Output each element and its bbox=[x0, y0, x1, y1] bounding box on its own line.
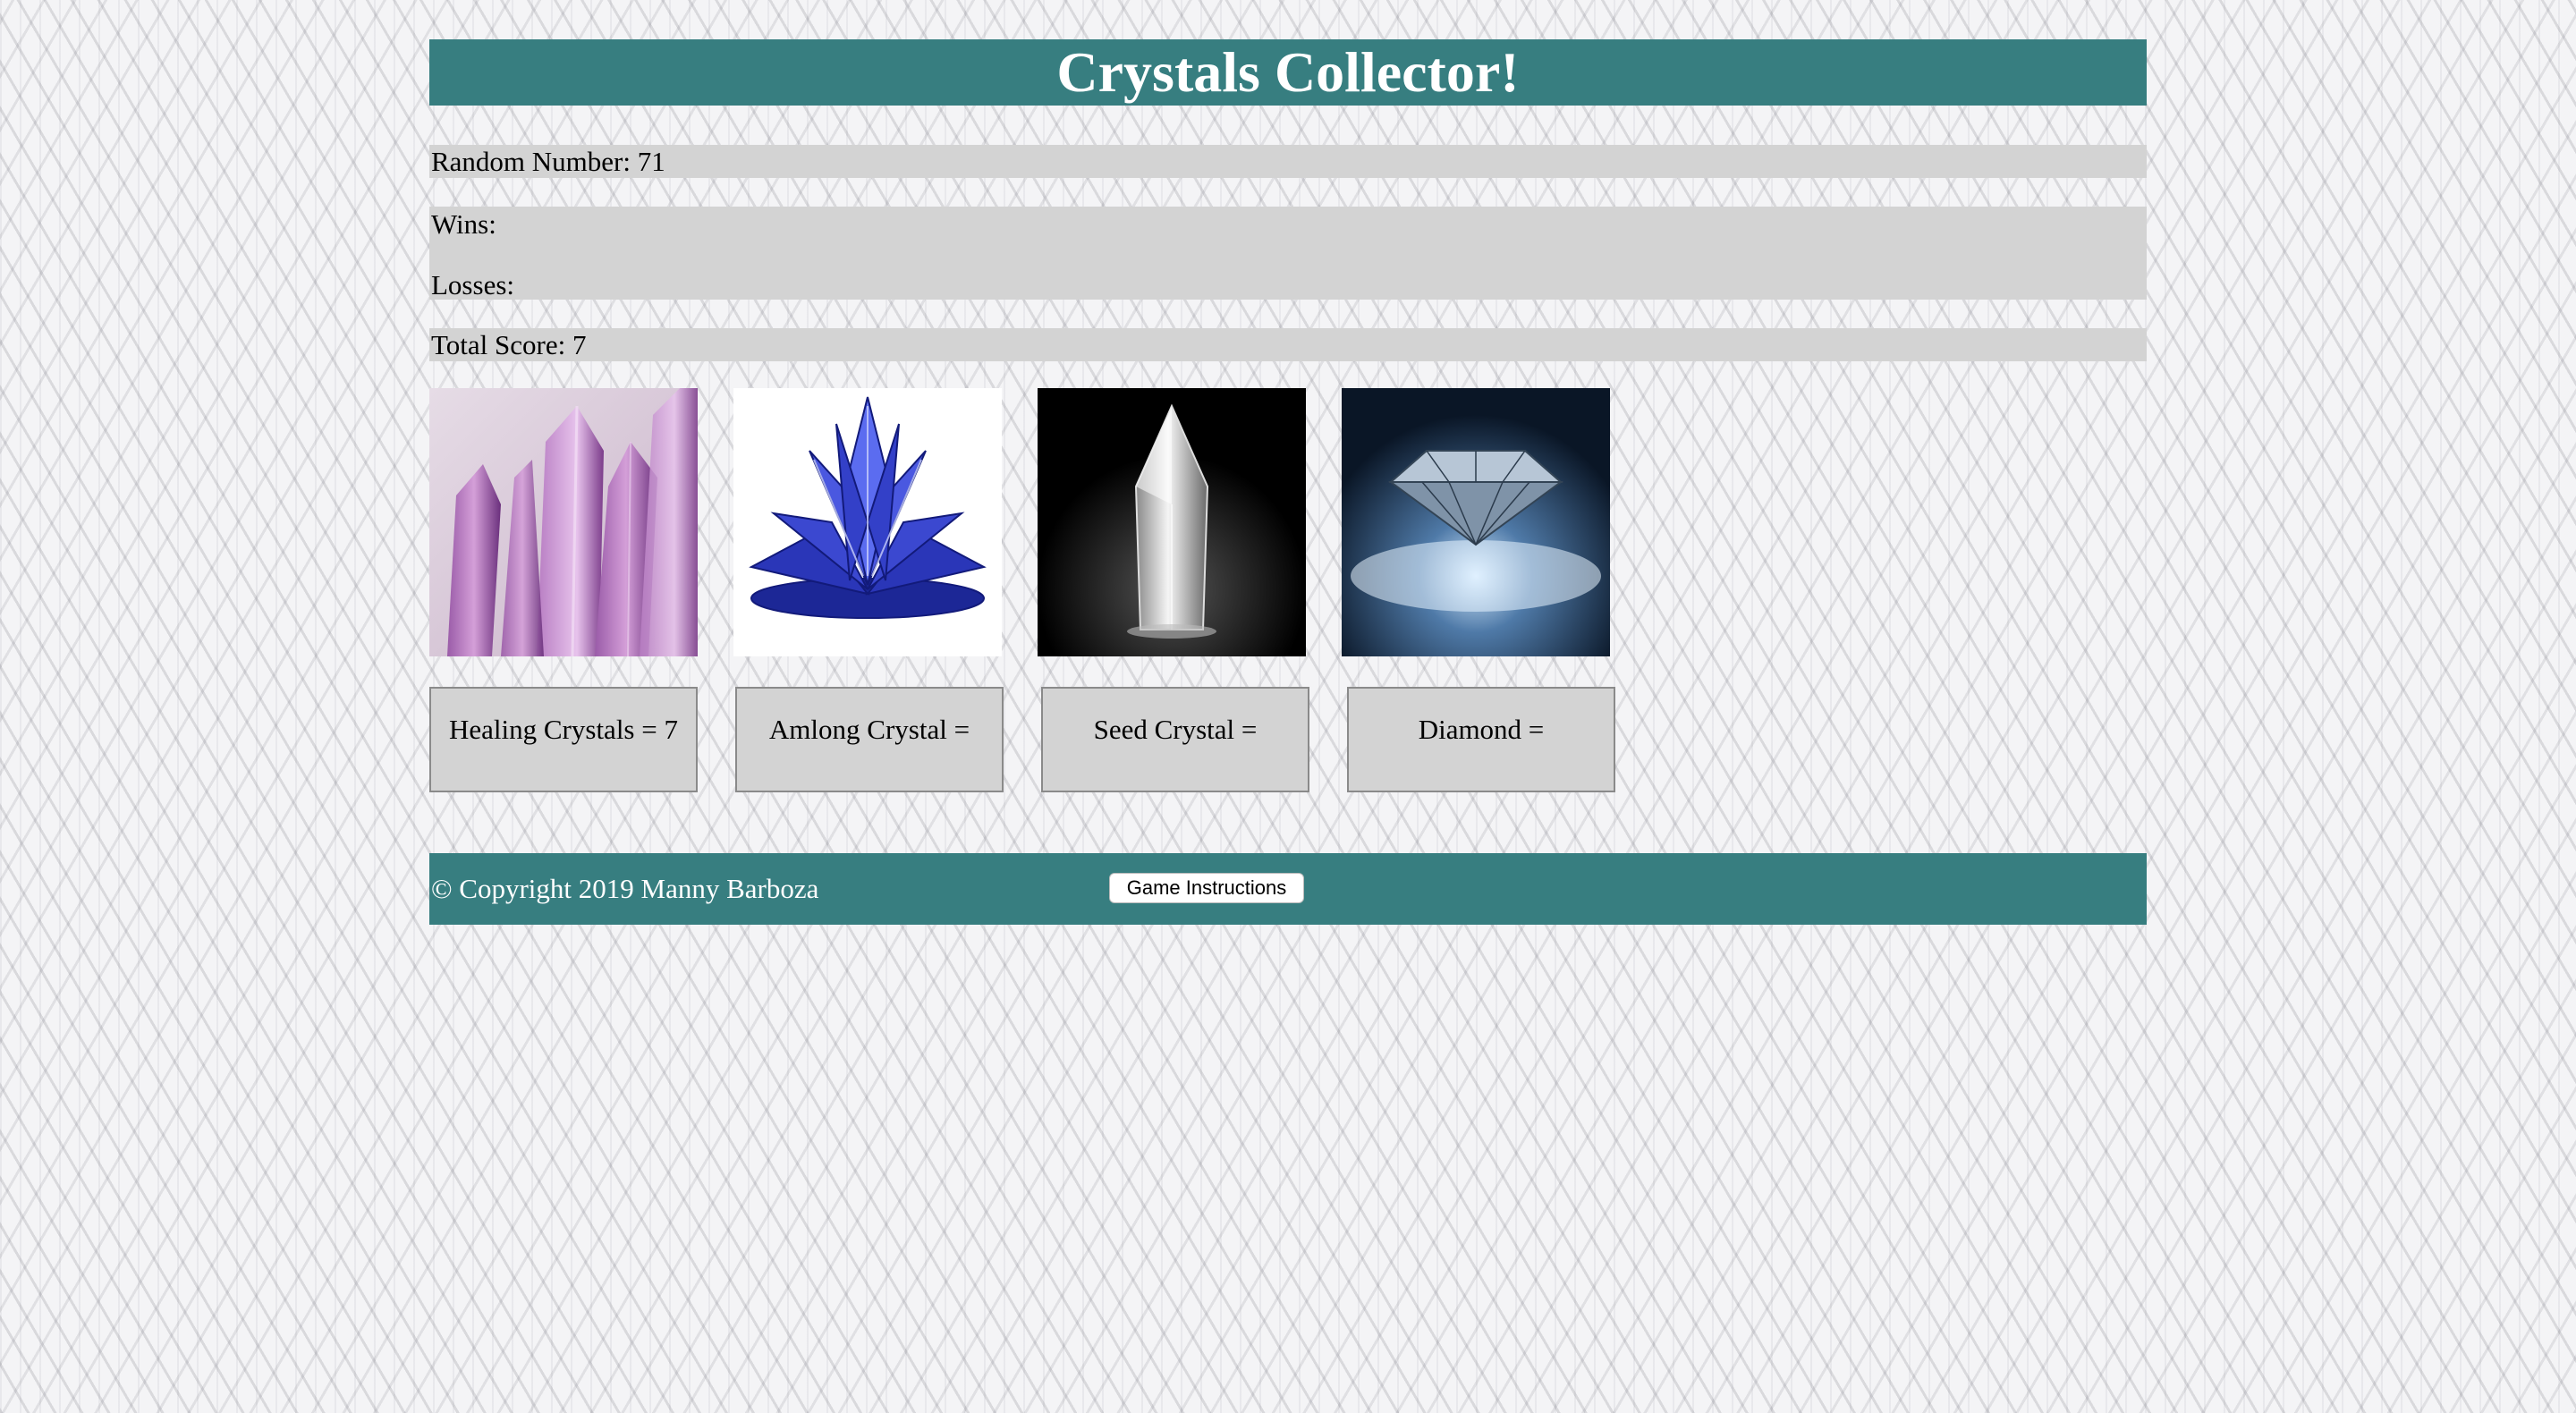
copyright-text: © Copyright 2019 Manny Barboza bbox=[431, 873, 819, 904]
footer: © Copyright 2019 Manny Barboza Game Inst… bbox=[429, 853, 2147, 925]
page-title: Crystals Collector! bbox=[1056, 40, 1520, 104]
wins-display: Wins: bbox=[431, 208, 496, 240]
wins-losses-panel: Wins: Losses: bbox=[429, 207, 2147, 300]
losses-display: Losses: bbox=[431, 269, 514, 300]
game-instructions-button[interactable]: Game Instructions bbox=[1109, 873, 1304, 903]
blue-lotus-crystal-icon[interactable] bbox=[733, 388, 1002, 656]
total-score-display: Total Score: 7 bbox=[429, 328, 2147, 361]
diamond-icon[interactable] bbox=[1342, 388, 1610, 656]
seed-crystal-button[interactable]: Seed Crystal = bbox=[1041, 687, 1309, 792]
healing-crystals-button[interactable]: Healing Crystals = 7 bbox=[429, 687, 698, 792]
clear-quartz-crystal-icon[interactable] bbox=[1038, 388, 1306, 656]
random-number-display: Random Number: 71 bbox=[429, 145, 2147, 178]
crystal-images-row bbox=[429, 388, 2147, 660]
amethyst-crystal-icon[interactable] bbox=[429, 388, 698, 656]
game-container: Crystals Collector! Random Number: 71 Wi… bbox=[429, 39, 2147, 925]
title-bar: Crystals Collector! bbox=[429, 39, 2147, 106]
amlong-crystal-button[interactable]: Amlong Crystal = bbox=[735, 687, 1004, 792]
crystal-buttons-row: Healing Crystals = 7 Amlong Crystal = Se… bbox=[429, 687, 2147, 798]
diamond-button[interactable]: Diamond = bbox=[1347, 687, 1615, 792]
